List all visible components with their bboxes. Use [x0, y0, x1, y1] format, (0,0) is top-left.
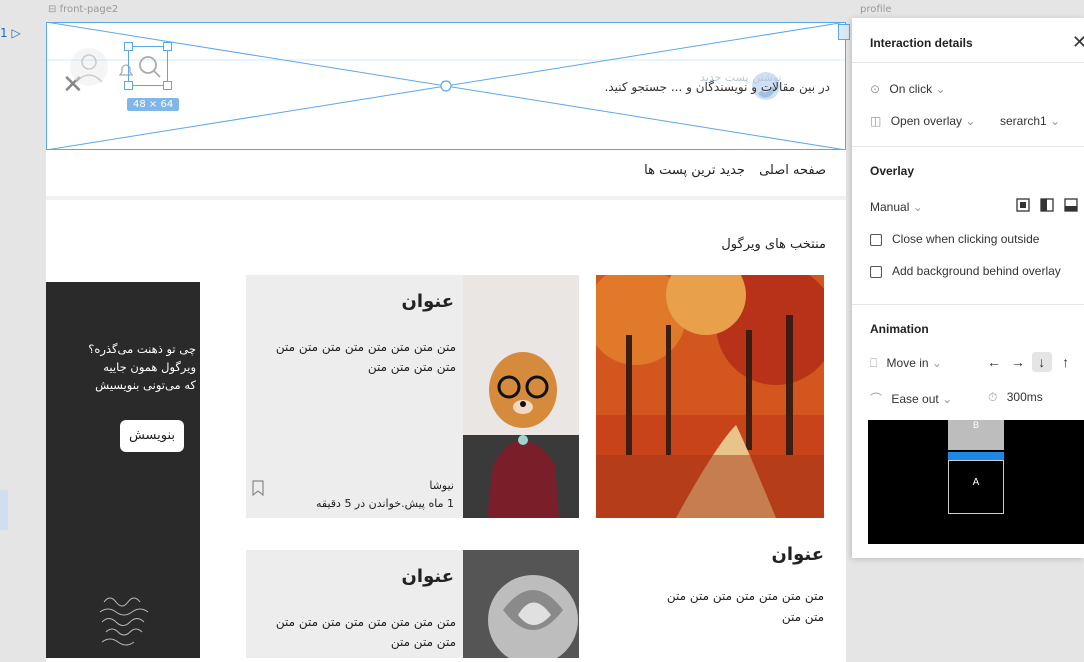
- position-select[interactable]: Manual ⌄: [870, 200, 923, 214]
- nav-home[interactable]: صفحه اصلی: [759, 163, 826, 178]
- timer-icon: ⏱: [988, 390, 998, 404]
- animation-section-title: Animation: [870, 322, 929, 336]
- checkbox-icon: [870, 233, 882, 246]
- interaction-panel: Interaction details ✕ ⊙ On click ⌄ ◫ Ope…: [852, 18, 1084, 558]
- post-excerpt: متن متن متن متن متن متن متن متن متن متن …: [275, 340, 456, 374]
- promo-line: ویرگول همون جاییه: [103, 360, 196, 374]
- direction-arrows: ← → ↓ ↑: [984, 352, 1076, 372]
- arrow-right-icon[interactable]: →: [1008, 352, 1028, 372]
- clock-icon: ⊙: [870, 82, 881, 96]
- chevron-down-icon: ⌄: [935, 82, 946, 96]
- animation-type-select[interactable]: ⎕ Move in ⌄: [870, 356, 942, 371]
- destination-select[interactable]: serarch1 ⌄: [1000, 114, 1060, 128]
- post-title[interactable]: عنوان: [254, 566, 454, 587]
- post-excerpt: متن متن متن متن متن متن متن متن متن: [666, 589, 824, 624]
- nav-latest[interactable]: جدید ترین پست ها: [644, 163, 745, 178]
- chevron-down-icon: ⌄: [965, 114, 976, 128]
- promo-line: که می‌تونی بنویسیش: [95, 378, 196, 392]
- checkbox-icon: [870, 265, 882, 278]
- action-select[interactable]: ◫ Open overlay ⌄: [870, 114, 975, 128]
- post-title[interactable]: عنوان: [640, 544, 824, 565]
- preview-frame-a: A: [948, 460, 1004, 514]
- play-icon: ▷: [11, 26, 21, 40]
- position-bottom-icon[interactable]: [1064, 198, 1078, 217]
- post-image-rose: [463, 550, 579, 658]
- chevron-down-icon: ⌄: [1050, 114, 1061, 128]
- section-title: منتخب های ویرگول: [721, 237, 826, 252]
- duration-input[interactable]: ⏱ 300ms: [988, 390, 1043, 405]
- preview-frame-b: B: [948, 420, 1004, 450]
- arrow-down-icon[interactable]: ↓: [1031, 352, 1052, 372]
- post-excerpt: متن متن متن متن متن متن متن متن متن متن …: [275, 615, 456, 649]
- post-card[interactable]: عنوان متن متن متن متن متن متن متن متن مت…: [246, 550, 579, 658]
- promo-line: چی تو ذهنت می‌گذره؟: [88, 342, 196, 356]
- post-title[interactable]: عنوان: [254, 291, 454, 312]
- nav-bar: صفحه اصلی جدید ترین پست ها: [600, 163, 826, 178]
- chevron-down-icon: ⌄: [942, 392, 953, 406]
- close-panel-icon[interactable]: ✕: [1072, 32, 1084, 53]
- chevron-down-icon: ⌄: [912, 200, 923, 214]
- canvas-edge-marker: [0, 490, 8, 530]
- animation-preview: B A: [868, 420, 1084, 544]
- panel-title: Interaction details: [870, 36, 973, 50]
- bookmark-icon[interactable]: [252, 480, 264, 500]
- position-left-icon[interactable]: [1040, 198, 1054, 217]
- curve-icon: ⌒: [870, 392, 883, 406]
- handwriting-illustration: [99, 597, 149, 646]
- post-image-autumn[interactable]: [596, 275, 824, 518]
- post-author[interactable]: نیوشا: [306, 479, 454, 492]
- trigger-select[interactable]: ⊙ On click ⌄: [870, 82, 946, 96]
- overlay-section-title: Overlay: [870, 164, 915, 178]
- arrow-left-icon[interactable]: ←: [984, 352, 1004, 372]
- frame-icon: ⊟: [48, 4, 60, 15]
- connection-handle[interactable]: [838, 24, 850, 40]
- move-in-icon: ⎕: [870, 356, 878, 370]
- post-card[interactable]: عنوان متن متن متن متن متن متن متن متن مت…: [246, 275, 579, 518]
- chevron-down-icon: ⌄: [931, 356, 942, 370]
- placeholder-cross: [46, 22, 846, 150]
- preview-progress: [948, 452, 1004, 460]
- post-image-dog: [463, 275, 579, 518]
- overlay-icon: ◫: [870, 114, 882, 128]
- post-meta: 1 ماه پیش.خواندن در 5 دقیقه: [316, 497, 454, 510]
- promo-card: چی تو ذهنت می‌گذره؟ ویرگول همون جاییه که…: [46, 282, 200, 658]
- flow-start-marker[interactable]: 1 ▷: [0, 26, 21, 40]
- add-background-checkbox[interactable]: Add background behind overlay: [870, 264, 1061, 278]
- position-center-icon[interactable]: [1016, 198, 1030, 217]
- write-button[interactable]: بنویسش: [120, 420, 184, 452]
- frame-label-front-page2[interactable]: ⊟ front-page2: [48, 4, 118, 15]
- close-outside-checkbox[interactable]: Close when clicking outside: [870, 232, 1039, 246]
- divider: [46, 196, 846, 200]
- arrow-up-icon[interactable]: ↑: [1056, 352, 1076, 372]
- easing-select[interactable]: ⌒ Ease out ⌄: [870, 390, 952, 407]
- frame-label-profile[interactable]: profile: [860, 4, 892, 15]
